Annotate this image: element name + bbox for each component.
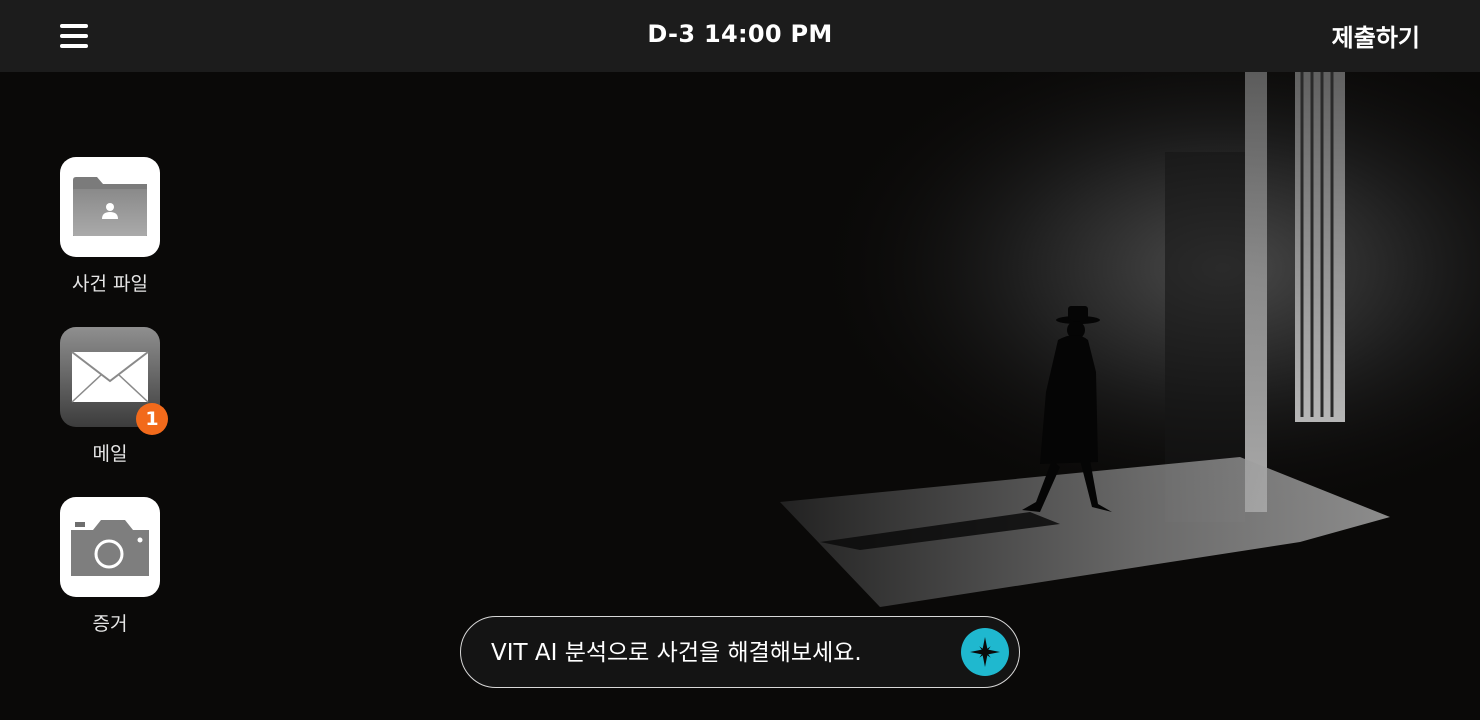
notification-badge: 1 (136, 403, 168, 435)
app-case-files[interactable]: 사건 파일 (60, 157, 160, 296)
sparkle-icon (970, 637, 1000, 667)
app-label: 메일 (92, 443, 128, 465)
app-evidence[interactable]: 증거 (60, 497, 160, 636)
camera-icon (71, 520, 149, 576)
ai-prompt-input[interactable] (491, 637, 931, 669)
app-tile[interactable] (60, 157, 160, 257)
app-tile[interactable]: 1 (60, 327, 168, 435)
app-tile[interactable] (60, 497, 160, 597)
top-bar: D-3 14:00 PM 제출하기 (0, 0, 1480, 72)
submit-button[interactable]: 제출하기 (1332, 18, 1420, 53)
app-label: 증거 (92, 613, 128, 635)
ai-submit-button[interactable] (961, 628, 1009, 676)
folder-person-icon (73, 177, 147, 236)
envelope-icon (71, 351, 149, 403)
ai-prompt-bar (460, 616, 1020, 688)
game-clock: D-3 14:00 PM (647, 20, 833, 48)
app-mail[interactable]: 1 메일 (60, 327, 168, 466)
app-label: 사건 파일 (72, 273, 148, 295)
